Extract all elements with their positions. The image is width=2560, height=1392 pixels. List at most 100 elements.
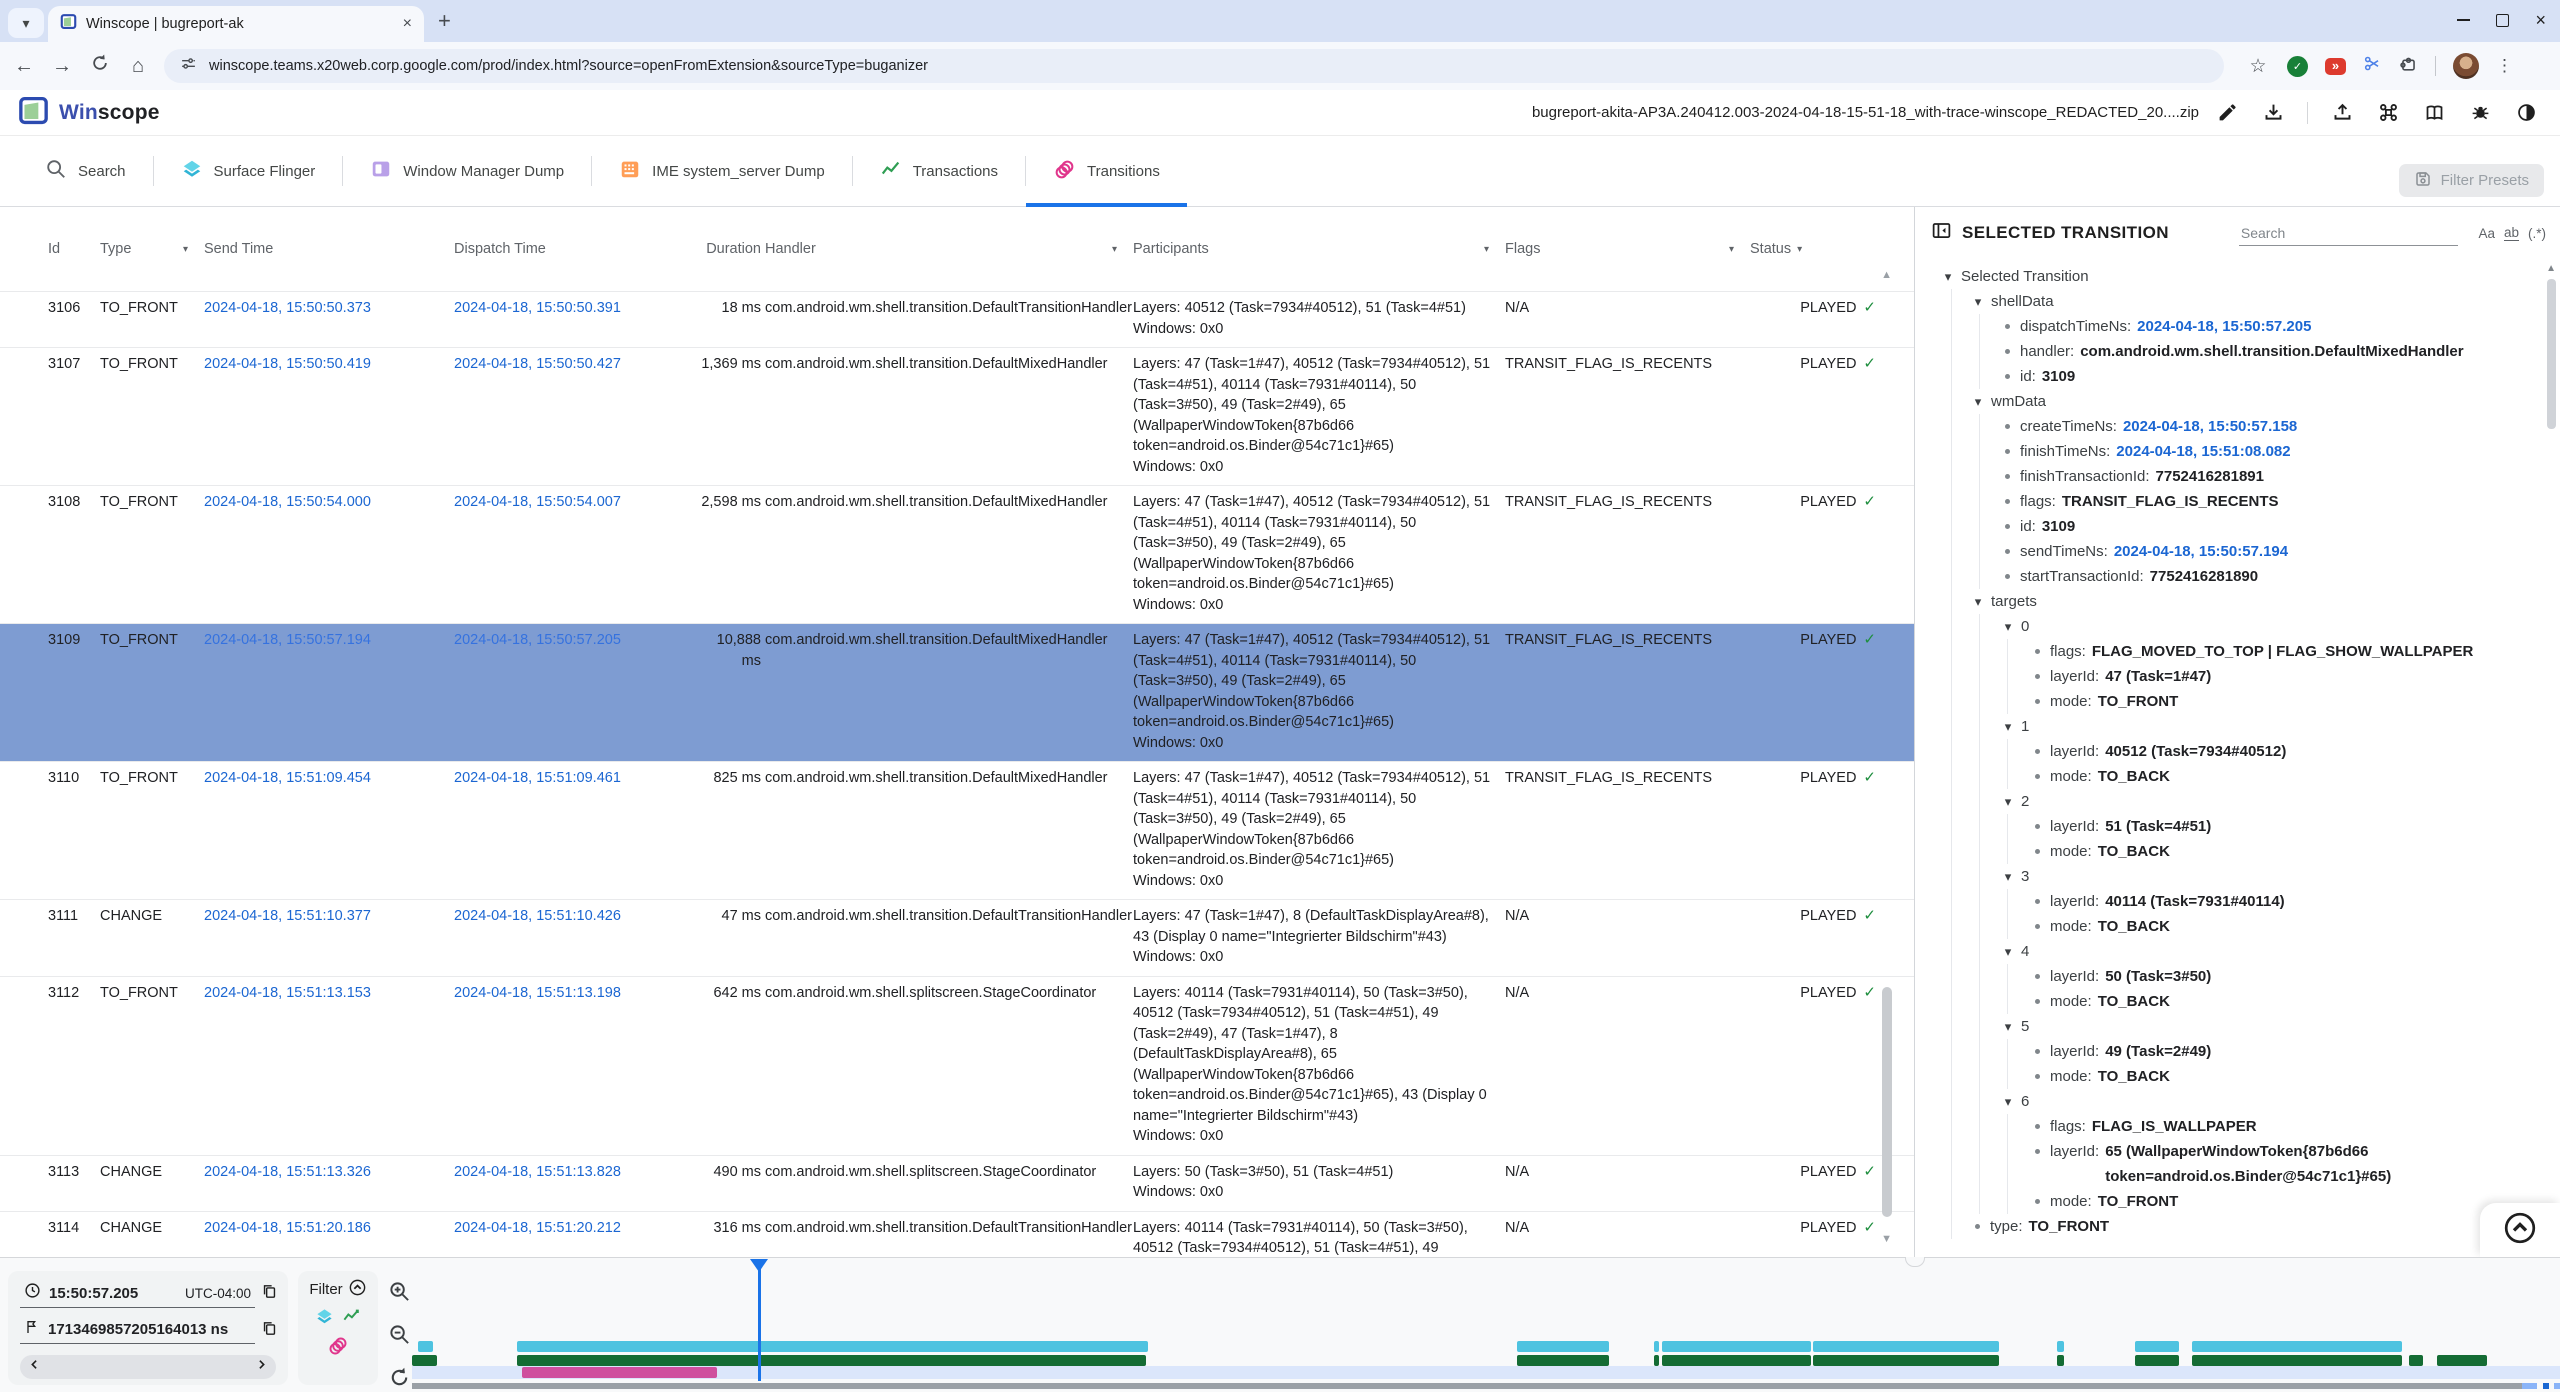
back-icon[interactable]: ← bbox=[12, 55, 36, 78]
column-header-participants[interactable]: Participants▾ bbox=[1133, 241, 1505, 257]
download-icon[interactable] bbox=[2261, 101, 2285, 125]
tree-node-mode[interactable]: mode:TO_BACK bbox=[1915, 1064, 2560, 1089]
cell-send-time[interactable]: 2024-04-18, 15:50:54.000 bbox=[204, 492, 454, 615]
tree-node-targets[interactable]: ▾targets bbox=[1915, 589, 2560, 614]
tree-node-wmdata[interactable]: ▾wmData bbox=[1915, 389, 2560, 414]
tree-node-mode[interactable]: mode:TO_FRONT bbox=[1915, 689, 2560, 714]
table-scrollbar[interactable] bbox=[1882, 987, 1892, 1217]
tab-search-button[interactable]: ▾ bbox=[8, 8, 44, 38]
tree-node-1[interactable]: ▾1 bbox=[1915, 714, 2560, 739]
tree-node-finishtransactionid[interactable]: finishTransactionId:7752416281891 bbox=[1915, 464, 2560, 489]
table-row-3111[interactable]: 3111CHANGE2024-04-18, 15:51:10.3772024-0… bbox=[0, 899, 1914, 976]
tree-node-flags[interactable]: flags:FLAG_MOVED_TO_TOP | FLAG_SHOW_WALL… bbox=[1915, 639, 2560, 664]
bookmark-star-icon[interactable]: ☆ bbox=[2246, 55, 2270, 78]
expand-arrow-icon[interactable]: ▾ bbox=[1995, 1014, 2021, 1039]
tree-node-flags[interactable]: flags:TRANSIT_FLAG_IS_RECENTS bbox=[1915, 489, 2560, 514]
tree-node-3[interactable]: ▾3 bbox=[1915, 864, 2560, 889]
copy-time-icon[interactable] bbox=[261, 1283, 278, 1305]
panel-scroll-up-icon[interactable]: ▲ bbox=[2546, 263, 2556, 274]
tab-window-manager-dump[interactable]: Window Manager Dump bbox=[343, 136, 591, 206]
forward-icon[interactable]: → bbox=[50, 55, 74, 78]
tab-transitions[interactable]: Transitions bbox=[1026, 136, 1187, 206]
extension-check-icon[interactable]: ✓ bbox=[2287, 56, 2308, 77]
tree-node-layerid[interactable]: layerId:50 (Task=3#50) bbox=[1915, 964, 2560, 989]
tree-node-handler[interactable]: handler:com.android.wm.shell.transition.… bbox=[1915, 339, 2560, 364]
timeline-scrollbar[interactable] bbox=[412, 1383, 2528, 1389]
table-row-3109[interactable]: 3109TO_FRONT2024-04-18, 15:50:57.1942024… bbox=[0, 623, 1914, 761]
filter-dropdown-icon[interactable]: ▾ bbox=[1112, 244, 1117, 255]
scroll-to-top-button[interactable] bbox=[2502, 1210, 2538, 1251]
reload-icon[interactable] bbox=[88, 53, 112, 79]
column-header-dispatch-time[interactable]: Dispatch Time bbox=[454, 241, 640, 257]
tree-node-sendtimens[interactable]: sendTimeNs:2024-04-18, 15:50:57.194 bbox=[1915, 539, 2560, 564]
tree-node-flags[interactable]: flags:FLAG_IS_WALLPAPER bbox=[1915, 1114, 2560, 1139]
filter-dropdown-icon[interactable]: ▾ bbox=[1797, 244, 1802, 255]
table-scroll-up-icon[interactable]: ▲ bbox=[1881, 269, 1892, 281]
tree-node-layerid[interactable]: layerId:49 (Task=2#49) bbox=[1915, 1039, 2560, 1064]
column-header-handler[interactable]: Handler▾ bbox=[765, 241, 1133, 257]
cell-dispatch-time[interactable]: 2024-04-18, 15:51:09.461 bbox=[454, 768, 640, 891]
table-row-3110[interactable]: 3110TO_FRONT2024-04-18, 15:51:09.4542024… bbox=[0, 761, 1914, 899]
expand-arrow-icon[interactable]: ▾ bbox=[1995, 864, 2021, 889]
tab-surface-flinger[interactable]: Surface Flinger bbox=[154, 136, 343, 206]
tree-node-5[interactable]: ▾5 bbox=[1915, 1014, 2560, 1039]
transactions-trace-icon[interactable] bbox=[342, 1307, 361, 1331]
tab-close-icon[interactable]: × bbox=[403, 16, 412, 32]
expand-arrow-icon[interactable]: ▾ bbox=[1965, 289, 1991, 314]
regex-toggle[interactable]: (.*) bbox=[2528, 226, 2546, 241]
column-header-status[interactable]: Status▾ bbox=[1750, 241, 1900, 257]
panel-scrollbar[interactable] bbox=[2547, 279, 2556, 429]
cell-send-time[interactable]: 2024-04-18, 15:50:50.419 bbox=[204, 354, 454, 477]
table-row-3112[interactable]: 3112TO_FRONT2024-04-18, 15:51:13.1532024… bbox=[0, 976, 1914, 1155]
collapse-panel-icon[interactable] bbox=[1931, 220, 1952, 246]
book-icon[interactable] bbox=[2422, 101, 2446, 125]
collapse-filter-icon[interactable] bbox=[348, 1278, 367, 1301]
expand-arrow-icon[interactable]: ▾ bbox=[1965, 389, 1991, 414]
tree-node-mode[interactable]: mode:TO_BACK bbox=[1915, 989, 2560, 1014]
tree-node-id[interactable]: id:3109 bbox=[1915, 514, 2560, 539]
column-header-flags[interactable]: Flags▾ bbox=[1505, 241, 1750, 257]
transitions-trace-icon[interactable] bbox=[327, 1335, 349, 1362]
step-back-icon[interactable] bbox=[28, 1358, 41, 1376]
tree-node-shelldata[interactable]: ▾shellData bbox=[1915, 289, 2560, 314]
window-maximize-button[interactable] bbox=[2496, 14, 2509, 27]
cell-dispatch-time[interactable]: 2024-04-18, 15:50:57.205 bbox=[454, 630, 640, 753]
table-row-3107[interactable]: 3107TO_FRONT2024-04-18, 15:50:50.4192024… bbox=[0, 347, 1914, 485]
tree-node-2[interactable]: ▾2 bbox=[1915, 789, 2560, 814]
tree-value[interactable]: 2024-04-18, 15:51:08.082 bbox=[2116, 439, 2290, 464]
column-header-send-time[interactable]: Send Time bbox=[204, 241, 454, 257]
whole-word-toggle[interactable]: ab bbox=[2504, 225, 2519, 241]
tree-node-id[interactable]: id:3109 bbox=[1915, 364, 2560, 389]
cell-send-time[interactable]: 2024-04-18, 15:51:13.326 bbox=[204, 1162, 454, 1203]
expand-arrow-icon[interactable]: ▾ bbox=[1935, 264, 1961, 289]
cell-dispatch-time[interactable]: 2024-04-18, 15:51:13.198 bbox=[454, 983, 640, 1147]
browser-menu-icon[interactable]: ⋮ bbox=[2496, 56, 2513, 76]
tree-node-selectedtransition[interactable]: ▾Selected Transition bbox=[1915, 264, 2560, 289]
match-case-toggle[interactable]: Aa bbox=[2478, 226, 2495, 241]
tree-node-mode[interactable]: mode:TO_BACK bbox=[1915, 839, 2560, 864]
tree-node-layerid[interactable]: layerId:40114 (Task=7931#40114) bbox=[1915, 889, 2560, 914]
expand-arrow-icon[interactable]: ▾ bbox=[1995, 714, 2021, 739]
expand-arrow-icon[interactable]: ▾ bbox=[1995, 789, 2021, 814]
table-scroll-down-icon[interactable]: ▼ bbox=[1881, 1233, 1892, 1245]
tree-node-4[interactable]: ▾4 bbox=[1915, 939, 2560, 964]
zoom-reset-icon[interactable] bbox=[388, 1366, 411, 1392]
extension-red-icon[interactable]: » bbox=[2325, 58, 2346, 75]
tree-node-layerid[interactable]: layerId:65 (WallpaperWindowToken{87b6d66… bbox=[1915, 1139, 2560, 1189]
tree-node-type[interactable]: type:TO_FRONT bbox=[1915, 1214, 2560, 1239]
zoom-out-icon[interactable] bbox=[388, 1323, 411, 1351]
cell-send-time[interactable]: 2024-04-18, 15:51:09.454 bbox=[204, 768, 454, 891]
tree-value[interactable]: 2024-04-18, 15:50:57.205 bbox=[2137, 314, 2311, 339]
filter-presets-button[interactable]: Filter Presets bbox=[2399, 164, 2544, 197]
cell-dispatch-time[interactable]: 2024-04-18, 15:50:50.391 bbox=[454, 298, 640, 339]
column-header-duration[interactable]: Duration bbox=[640, 241, 765, 257]
cell-dispatch-time[interactable]: 2024-04-18, 15:51:10.426 bbox=[454, 906, 640, 968]
current-time-field[interactable]: 15:50:57.205 UTC-04:00 bbox=[20, 1280, 255, 1308]
edit-icon[interactable] bbox=[2215, 101, 2239, 125]
tree-search-input[interactable] bbox=[2239, 221, 2459, 246]
cell-dispatch-time[interactable]: 2024-04-18, 15:51:13.828 bbox=[454, 1162, 640, 1203]
cell-dispatch-time[interactable]: 2024-04-18, 15:50:50.427 bbox=[454, 354, 640, 477]
window-minimize-button[interactable] bbox=[2457, 19, 2470, 21]
new-tab-button[interactable]: + bbox=[438, 8, 451, 34]
tree-node-mode[interactable]: mode:TO_BACK bbox=[1915, 764, 2560, 789]
